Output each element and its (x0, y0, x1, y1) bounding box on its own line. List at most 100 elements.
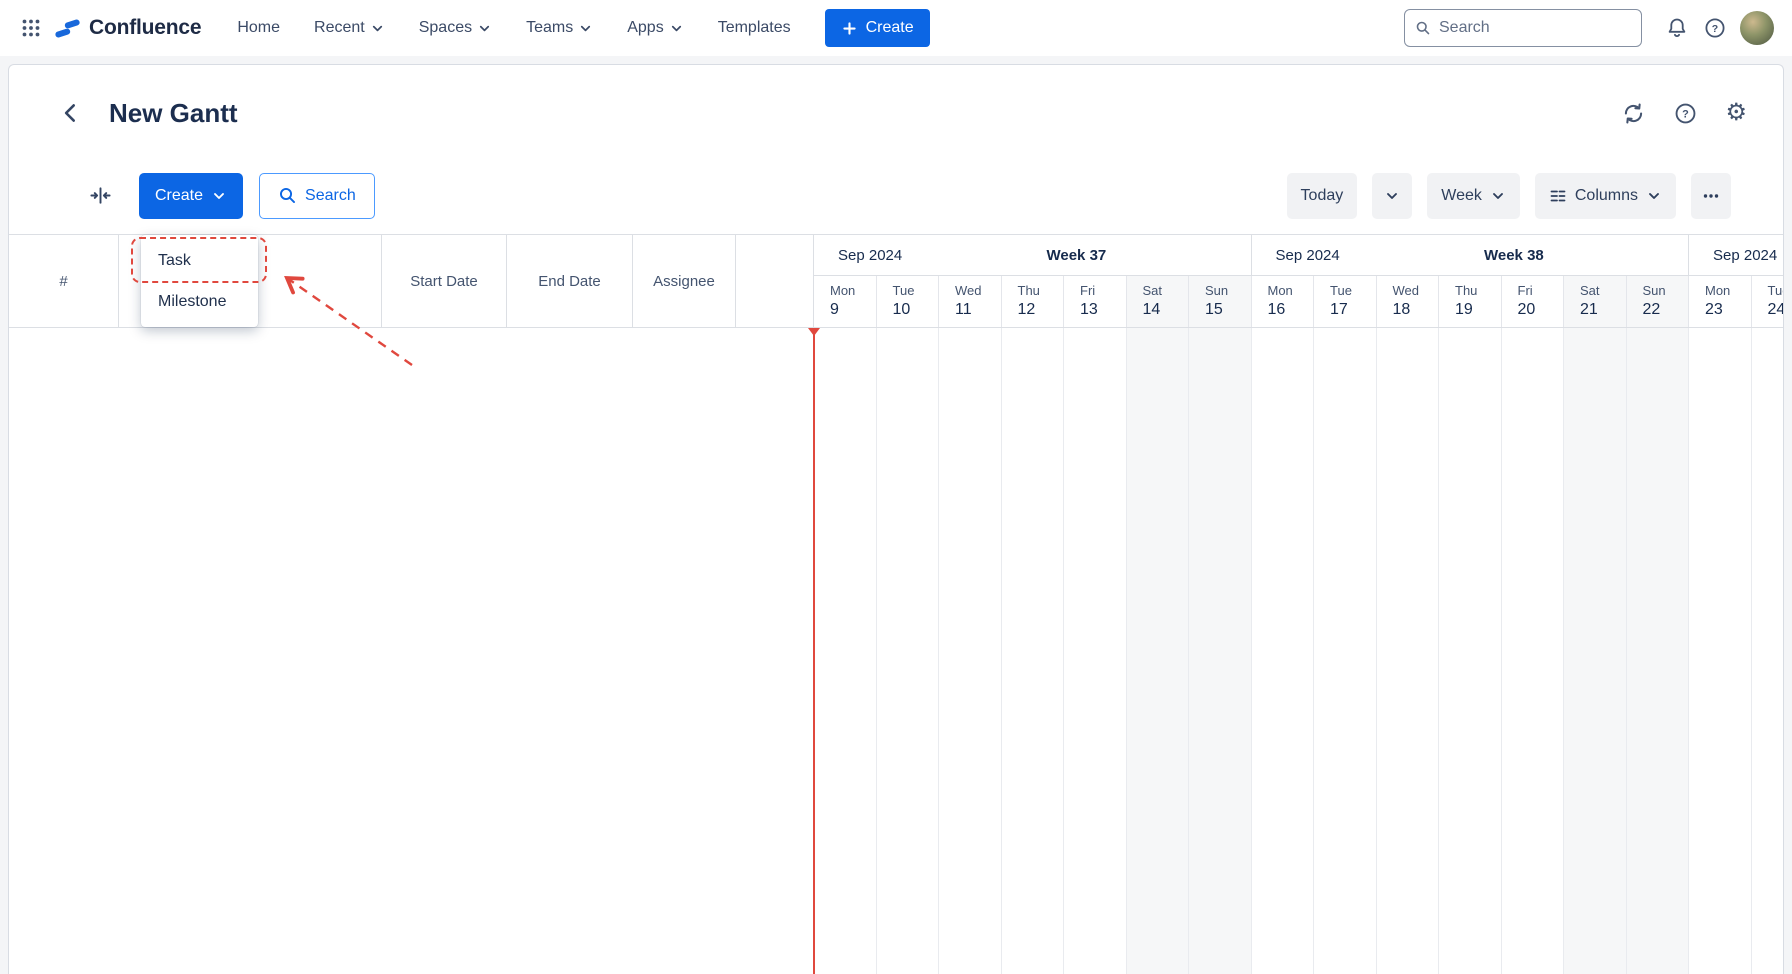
view-mode-button[interactable]: Week (1427, 173, 1520, 219)
gantt-toolbar: Create Search Today Week Columns (9, 172, 1783, 219)
more-options-button[interactable] (1691, 173, 1731, 219)
day-name: Wed (1393, 283, 1439, 298)
timeline-month-label: Sep 2024 (1276, 247, 1340, 264)
day-number: 23 (1705, 301, 1751, 319)
nav-item-recent[interactable]: Recent (314, 19, 385, 37)
page-header-actions: ? ⚙ (1621, 101, 1747, 126)
app-switcher-button[interactable] (14, 11, 48, 45)
search-button-label: Search (305, 187, 356, 205)
chevron-down-icon (1490, 188, 1506, 204)
brand-name: Confluence (89, 16, 201, 40)
nav-item-label: Spaces (419, 19, 472, 37)
timeline-day-tue-17: Tue17 (1314, 276, 1377, 327)
column-header-start-date: Start Date (382, 235, 507, 327)
top-navigation-bar: Confluence Home Recent Spaces Teams Apps Temp… (0, 0, 1792, 56)
day-number: 15 (1205, 301, 1251, 319)
help-button[interactable]: ? (1696, 9, 1734, 47)
day-name: Tue (1768, 283, 1784, 298)
menu-item-task[interactable]: Task (141, 240, 258, 281)
timeline-body-column (1752, 328, 1784, 974)
timeline-day-sun-15: Sun 15 (1189, 276, 1252, 327)
timeline-day-thu-12: Thu12 (1002, 276, 1065, 327)
day-number: 20 (1518, 301, 1564, 319)
timeline-body-column (939, 328, 1002, 974)
day-name: Mon (1268, 283, 1314, 298)
nav-item-spaces[interactable]: Spaces (419, 19, 492, 37)
timeline-day-row: Mon9Tue10Wed11Thu12Fri13Sat14Sun15Mon16T… (814, 276, 1783, 328)
timeline-body-column (1314, 328, 1377, 974)
gantt-chart-area: #Start DateEnd DateAssignee Sep 2024Week… (9, 234, 1783, 974)
search-icon (1415, 19, 1431, 37)
columns-button[interactable]: Columns (1535, 173, 1676, 219)
columns-label: Columns (1575, 187, 1638, 205)
svg-text:?: ? (1683, 108, 1690, 120)
menu-item-milestone[interactable]: Milestone (141, 281, 258, 322)
global-search-field[interactable] (1404, 9, 1642, 47)
user-avatar[interactable] (1740, 11, 1774, 45)
timeline-week-row: Sep 2024Week 37Sep 2024Week 38Sep 2024 (814, 235, 1783, 276)
nav-item-teams[interactable]: Teams (526, 19, 593, 37)
app-grid-icon (21, 18, 41, 38)
help-icon: ? (1703, 16, 1727, 40)
ellipsis-icon (1702, 187, 1720, 205)
global-create-button[interactable]: Create (825, 9, 930, 47)
day-name: Sun (1205, 283, 1251, 298)
search-tasks-button[interactable]: Search (259, 173, 375, 219)
navigate-dropdown-button[interactable] (1372, 173, 1412, 219)
column-header-blank-5 (736, 235, 814, 327)
create-button-label: Create (866, 19, 914, 37)
gantt-app-panel: New Gantt ? ⚙ (8, 64, 1784, 974)
nav-item-label: Home (237, 19, 280, 37)
chevron-down-icon (669, 21, 684, 36)
refresh-icon (1621, 101, 1646, 126)
timeline-month-label: Sep 2024 (838, 247, 902, 264)
timeline-day-wed-11: Wed11 (939, 276, 1002, 327)
timeline-day-sun-22: Sun22 (1627, 276, 1690, 327)
nav-item-label: Teams (526, 19, 573, 37)
timeline-day-fri-13: Fri13 (1064, 276, 1127, 327)
settings-button[interactable]: ⚙ (1725, 101, 1747, 125)
day-number: 22 (1643, 301, 1689, 319)
create-item-button[interactable]: Create (139, 173, 243, 219)
svg-text:?: ? (1712, 23, 1718, 35)
timeline-day-thu-19: Thu19 (1439, 276, 1502, 327)
confluence-brand[interactable]: Confluence (54, 15, 201, 42)
timeline: Sep 2024Week 37Sep 2024Week 38Sep 2024 M… (814, 235, 1783, 974)
bell-icon (1665, 16, 1689, 40)
timeline-day-sat-21: Sat21 (1564, 276, 1627, 327)
plus-icon (841, 20, 858, 37)
timeline-body-column (1252, 328, 1315, 974)
day-number: 14 (1143, 301, 1189, 319)
nav-item-label: Templates (718, 19, 791, 37)
day-name: Tue (1330, 283, 1376, 298)
today-label: Today (1301, 187, 1344, 205)
notifications-button[interactable] (1658, 9, 1696, 47)
timeline-day-sat-14: Sat14 (1127, 276, 1190, 327)
timeline-day-fri-20: Fri20 (1502, 276, 1565, 327)
global-search-input[interactable] (1439, 19, 1631, 37)
nav-item-templates[interactable]: Templates (718, 19, 791, 37)
refresh-button[interactable] (1621, 101, 1646, 126)
chevron-down-icon (1384, 188, 1400, 204)
grid-header-columns: #Start DateEnd DateAssignee (9, 235, 814, 328)
toolbar-right-group: Today Week Columns (1287, 173, 1731, 219)
column-header-#: # (9, 235, 119, 327)
nav-item-home[interactable]: Home (237, 19, 280, 37)
page-help-button[interactable]: ? (1673, 101, 1698, 126)
timeline-body-column (1002, 328, 1065, 974)
nav-item-apps[interactable]: Apps (627, 19, 683, 37)
day-number: 13 (1080, 301, 1126, 319)
timeline-day-mon-16: Mon16 (1252, 276, 1315, 327)
timeline-day-tue-24: Tue24 (1752, 276, 1784, 327)
collapse-columns-button[interactable] (79, 173, 121, 219)
help-icon: ? (1673, 101, 1698, 126)
timeline-week-label: Week 38 (1340, 247, 1688, 264)
timeline-body-column (1689, 328, 1752, 974)
nav-item-label: Apps (627, 19, 663, 37)
timeline-body-column (1189, 328, 1252, 974)
today-button[interactable]: Today (1287, 173, 1358, 219)
timeline-body-column (814, 328, 877, 974)
back-button[interactable] (55, 97, 87, 129)
view-mode-label: Week (1441, 187, 1482, 205)
confluence-logo-icon (54, 15, 81, 42)
